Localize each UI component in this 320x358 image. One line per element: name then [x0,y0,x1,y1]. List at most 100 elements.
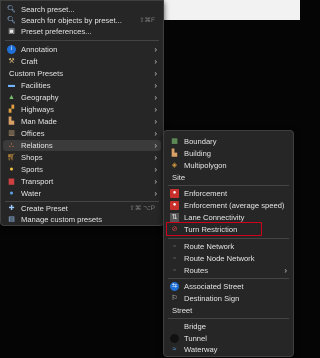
search-objects-icon: 🔍︎ [7,17,16,24]
chevron-right-icon: › [154,141,157,150]
manage-presets-icon: ▤ [8,216,15,223]
submenu-item-route-network[interactable]: ▫ Route Network [166,241,291,252]
sports-icon: ● [9,166,14,173]
submenu-item-enforcement-average-speed[interactable]: ● Enforcement (average speed) [166,200,291,211]
menu-item-craft[interactable]: ⚒ Craft › [3,56,161,67]
menu-item-search-preset[interactable]: 🔍︎ Search preset... [3,4,161,15]
menu-item-man-made[interactable]: ▙ Man Made › [3,116,161,127]
facilities-icon: ▬ [8,82,15,89]
menu-item-label: Destination Sign [184,294,240,303]
menu-separator [168,278,289,279]
menu-item-label: Water [21,189,41,198]
enforcement-average-speed-icon: ● [170,201,179,210]
submenu-item-building[interactable]: ▙ Building [166,148,291,159]
menu-item-label: Associated Street [184,282,244,291]
submenu-item-enforcement[interactable]: ● Enforcement [166,188,291,199]
waterway-icon: ≈ [172,346,177,353]
keyboard-shortcut: ⇧⌘ ⌥P [129,205,155,212]
submenu-item-destination-sign[interactable]: ⚐ Destination Sign [166,293,291,304]
craft-icon: ⚒ [8,58,15,65]
menu-item-label: Geography [21,93,59,102]
menu-item-label: Preset preferences... [21,27,92,36]
menu-separator [168,185,289,186]
submenu-item-associated-street[interactable]: ⇆ Associated Street [166,281,291,292]
menu-item-preset-preferences[interactable]: ▣ Preset preferences... [3,26,161,37]
submenu-item-bridge[interactable]: Bridge [166,321,291,332]
menu-item-label: Boundary [184,137,217,146]
routes-icon: ▫ [173,267,176,274]
submenu-item-tunnel[interactable]: Tunnel [166,333,291,344]
preferences-icon: ▣ [8,28,15,35]
menu-item-custom-presets[interactable]: Custom Presets › [3,68,161,79]
submenu-item-site[interactable]: Site [166,172,291,183]
route-node-network-icon: ▫ [173,255,176,262]
chevron-right-icon: › [284,266,287,275]
create-preset-icon: ✚ [8,205,15,212]
submenu-item-street[interactable]: Street [166,305,291,316]
submenu-item-route-node-network[interactable]: ▫ Route Node Network [166,253,291,264]
menu-item-label: Annotation [21,45,58,54]
menu-separator [168,238,289,239]
chevron-right-icon: › [154,189,157,198]
lane-connectivity-icon: ⇅ [170,213,179,222]
menu-item-geography[interactable]: ▲ Geography › [3,92,161,103]
menu-item-label: Manage custom presets [21,215,103,224]
menu-separator [5,201,159,202]
menu-item-label: Bridge [184,322,206,331]
menu-item-label: Man Made [21,117,57,126]
menu-item-annotation[interactable]: i Annotation › [3,44,161,55]
menu-item-shops[interactable]: 🛒︎ Shops › [3,152,161,163]
water-icon: ● [9,190,14,197]
chevron-right-icon: › [154,105,157,114]
menu-item-relations[interactable]: ⛬ Relations › [3,140,161,151]
associated-street-icon: ⇆ [170,282,179,291]
menu-item-highways[interactable]: ▞ Highways › [3,104,161,115]
menu-item-label: Relations [21,141,53,150]
menu-item-label: Shops [21,153,43,162]
search-icon: 🔍︎ [7,6,16,13]
submenu-item-routes[interactable]: ▫ Routes › [166,265,291,276]
menu-item-label: Street [172,306,193,315]
menu-item-offices[interactable]: ▥ Offices › [3,128,161,139]
chevron-right-icon: › [154,165,157,174]
menu-item-manage-custom-presets[interactable]: ▤ Manage custom presets [3,214,161,225]
menu-item-label: Craft [21,57,38,66]
menu-item-label: Waterway [184,345,218,354]
menu-item-label: Routes [184,266,209,275]
submenu-item-waterway[interactable]: ≈ Waterway [166,344,291,355]
menu-item-sports[interactable]: ● Sports › [3,164,161,175]
menu-item-label: Facilities [21,81,51,90]
enforcement-icon: ● [170,189,179,198]
menu-item-label: Search preset... [21,5,75,14]
keyboard-shortcut: ⇧⌘F [139,17,155,24]
menu-item-label: Sports [21,165,43,174]
chevron-right-icon: › [154,177,157,186]
menu-separator [168,318,289,319]
chevron-right-icon: › [154,153,157,162]
chevron-right-icon: › [154,81,157,90]
shops-icon: 🛒︎ [7,154,16,161]
chevron-right-icon: › [154,45,157,54]
submenu-item-boundary[interactable]: ▦ Boundary [166,136,291,147]
menu-item-facilities[interactable]: ▬ Facilities › [3,80,161,91]
destination-sign-icon: ⚐ [171,295,178,302]
menu-item-transport[interactable]: ▆ Transport › [3,176,161,187]
menu-item-label: Offices [21,129,45,138]
chevron-right-icon: › [154,57,157,66]
menu-item-create-preset[interactable]: ✚ Create Preset ⇧⌘ ⌥P [3,203,161,214]
menu-item-label: Site [172,173,186,182]
menu-item-label: Tunnel [184,334,207,343]
menu-separator [5,40,159,41]
menu-item-search-for-objects-by-preset[interactable]: 🔍︎ Search for objects by preset... ⇧⌘F [3,15,161,26]
menu-item-label: Highways [21,105,54,114]
menu-item-label: Transport [21,177,54,186]
boundary-icon: ▦ [171,138,178,145]
multipolygon-icon: ◈ [171,162,178,169]
relations-icon: ⛬ [9,142,14,149]
menu-item-label: Create Preset [21,204,68,213]
submenu-item-multipolygon[interactable]: ◈ Multipolygon [166,160,291,171]
tunnel-icon [170,334,179,343]
man-made-icon: ▙ [8,118,15,125]
offices-icon: ▥ [8,130,15,137]
menu-item-water[interactable]: ● Water › [3,188,161,199]
